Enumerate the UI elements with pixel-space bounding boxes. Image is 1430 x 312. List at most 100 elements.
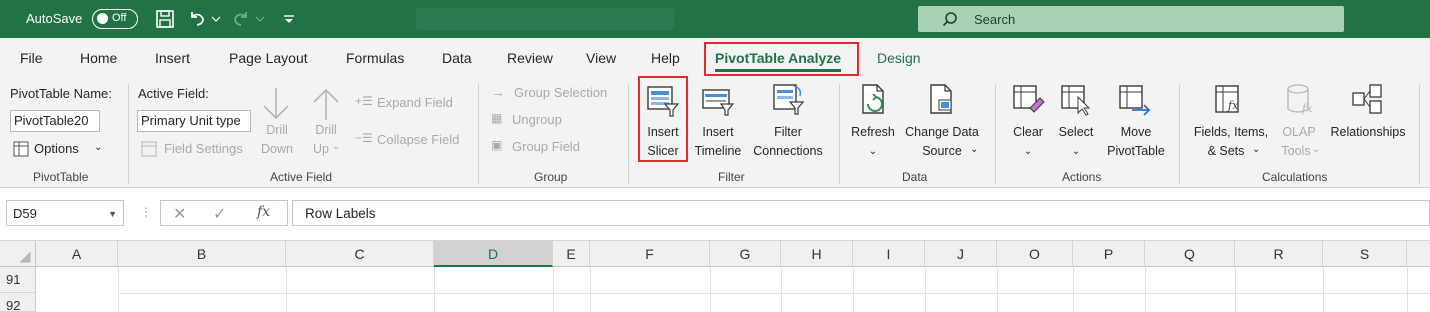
undo-icon[interactable] [186, 8, 208, 30]
name-box-value: D59 [13, 206, 37, 221]
customize-toolbar-icon[interactable] [278, 8, 300, 30]
field-settings-icon [141, 141, 157, 157]
search-icon [942, 12, 957, 27]
move-pivottable-button[interactable]: Move PivotTable [1100, 80, 1172, 160]
row-gridline [118, 293, 1430, 294]
column-gridline [853, 267, 854, 312]
group-label-active-field: Active Field [270, 170, 333, 184]
tab-page-layout[interactable]: Page Layout [229, 50, 308, 66]
relationships-icon [1352, 84, 1382, 114]
tab-insert[interactable]: Insert [155, 50, 190, 66]
expand-field-label: Expand Field [377, 95, 453, 110]
column-header-q[interactable]: Q [1145, 241, 1235, 267]
pivottable-name-label: PivotTable Name: [10, 86, 112, 101]
change-data-source-label-2: Source [922, 144, 962, 158]
column-header-f[interactable]: F [590, 241, 710, 267]
tab-data[interactable]: Data [442, 50, 472, 66]
group-field-label: Group Field [512, 139, 580, 154]
autosave-toggle[interactable]: Off [92, 9, 138, 29]
filter-connections-label-2: Connections [753, 144, 823, 158]
group-separator [628, 84, 629, 184]
change-data-source-chevron-icon: ⌄ [970, 144, 979, 155]
column-header-a[interactable]: A [36, 241, 118, 267]
column-gridline [434, 267, 435, 312]
change-data-source-icon [930, 84, 952, 114]
olap-tools-chevron-icon: ⌄ [1312, 144, 1321, 155]
highlight-box-slicer [638, 76, 688, 162]
relationships-label: Relationships [1330, 125, 1406, 139]
name-box-dropdown-icon[interactable]: ▼ [108, 209, 117, 219]
svg-text:fx: fx [1301, 102, 1313, 115]
column-header-o[interactable]: O [997, 241, 1073, 267]
insert-timeline-button[interactable]: Insert Timeline [690, 80, 746, 160]
cancel-icon[interactable]: ✕ [173, 204, 186, 224]
row-header-92[interactable]: 92 [0, 293, 36, 312]
insert-function-icon[interactable]: fx [257, 204, 270, 220]
column-gridline [1073, 267, 1074, 312]
column-header-g[interactable]: G [710, 241, 781, 267]
ribbon: PivotTable Name: PivotTable20 Options ⌄ … [0, 76, 1430, 188]
column-header-s[interactable]: S [1323, 241, 1407, 267]
column-header-e[interactable]: E [553, 241, 590, 267]
options-label: Options [34, 141, 79, 156]
olap-tools-button: fx OLAP Tools ⌄ [1274, 80, 1324, 160]
column-header-c[interactable]: C [286, 241, 434, 267]
insert-timeline-icon [702, 89, 735, 116]
search-box[interactable]: Search [918, 6, 1344, 32]
ungroup-icon: ▦ [491, 111, 503, 125]
group-field-icon: ▣ [491, 138, 503, 152]
save-icon[interactable] [154, 8, 176, 30]
clear-button[interactable]: Clear ⌄ [1006, 80, 1050, 160]
column-gridline [553, 267, 554, 312]
group-separator [995, 84, 996, 184]
collapse-field-label: Collapse Field [377, 132, 460, 147]
column-gridline [997, 267, 998, 312]
column-header-i[interactable]: I [853, 241, 925, 267]
tab-home[interactable]: Home [80, 50, 117, 66]
group-label-group: Group [534, 170, 568, 184]
column-header-row: A B C D E F G H I J O P Q R S [0, 240, 1430, 267]
active-field-input[interactable]: Primary Unit type [137, 110, 251, 132]
select-all-corner[interactable] [0, 241, 36, 267]
field-settings-button[interactable]: Field Settings [140, 138, 250, 160]
ungroup-label: Ungroup [512, 112, 562, 127]
tab-review[interactable]: Review [507, 50, 553, 66]
row-header-91[interactable]: 91 [0, 267, 36, 293]
fields-items-sets-button[interactable]: fx Fields, Items, & Sets ⌄ [1188, 80, 1274, 160]
refresh-icon [862, 84, 884, 114]
filter-connections-button[interactable]: Filter Connections [748, 80, 828, 160]
tab-view[interactable]: View [586, 50, 616, 66]
column-header-r[interactable]: R [1235, 241, 1323, 267]
change-data-source-button[interactable]: Change Data Source ⌄ [900, 80, 984, 160]
chevron-down-icon: ⌄ [94, 142, 103, 153]
column-header-b[interactable]: B [118, 241, 286, 267]
column-gridline [1235, 267, 1236, 312]
select-chevron-icon: ⌄ [1071, 146, 1081, 157]
relationships-button[interactable]: Relationships [1326, 80, 1410, 160]
formula-input[interactable]: Row Labels [292, 200, 1430, 226]
tab-design[interactable]: Design [877, 50, 921, 66]
refresh-button[interactable]: Refresh ⌄ [848, 80, 898, 160]
column-header-d[interactable]: D [434, 241, 553, 267]
column-header-j[interactable]: J [925, 241, 997, 267]
clear-chevron-icon: ⌄ [1023, 146, 1033, 157]
drill-down-label-1: Drill [266, 123, 288, 137]
enter-icon[interactable]: ✓ [213, 204, 226, 224]
undo-dropdown-icon[interactable] [208, 8, 230, 30]
document-title-area [416, 8, 674, 30]
pivottable-name-input[interactable]: PivotTable20 [10, 110, 100, 132]
select-button[interactable]: Select ⌄ [1054, 80, 1098, 160]
group-label-pivottable: PivotTable [33, 170, 89, 184]
name-box[interactable]: D59 ▼ [6, 200, 124, 226]
tab-help[interactable]: Help [651, 50, 680, 66]
tab-formulas[interactable]: Formulas [346, 50, 404, 66]
column-header-h[interactable]: H [781, 241, 853, 267]
options-button[interactable]: Options ⌄ [10, 138, 110, 160]
drill-up-icon [313, 88, 339, 120]
redo-icon [234, 12, 247, 26]
column-header-p[interactable]: P [1073, 241, 1145, 267]
title-bar: AutoSave Off Search [0, 0, 1430, 38]
drill-up-chevron-icon: ⌄ [332, 141, 341, 152]
tab-file[interactable]: File [20, 50, 43, 66]
column-gridline [781, 267, 782, 312]
